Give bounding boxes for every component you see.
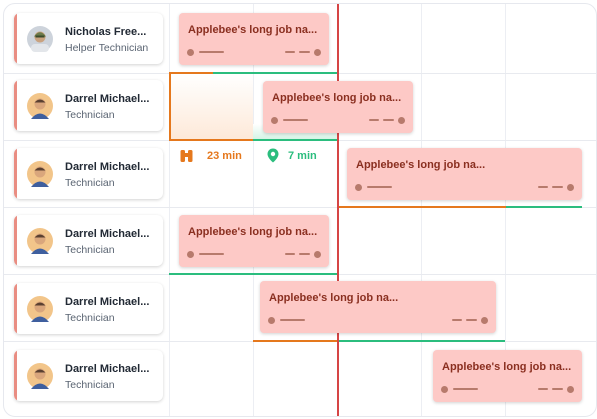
drive-bar — [337, 206, 506, 208]
card-accent — [14, 148, 17, 199]
arrive-bar — [337, 340, 505, 342]
technician-name: Darrel Michael... — [65, 93, 150, 105]
job-dash — [299, 51, 310, 53]
technician-avatar-icon — [27, 161, 53, 187]
technician-card[interactable]: Darrel Michael... Technician — [14, 215, 163, 266]
technician-avatar-icon — [27, 296, 53, 322]
card-accent — [14, 80, 17, 131]
job-dash — [538, 388, 548, 390]
binoculars-icon — [180, 150, 193, 162]
arrive-bar — [213, 72, 337, 74]
arrive-bar — [169, 273, 337, 275]
job-dash — [552, 388, 563, 390]
technician-card[interactable]: Darrel Michael... Technician — [14, 283, 163, 334]
job-dash — [285, 253, 295, 255]
job-title: Applebee's long job na... — [356, 159, 486, 171]
grid-column-line — [253, 4, 254, 416]
card-accent — [14, 13, 17, 64]
technician-card[interactable]: Darrel Michael... Technician — [14, 80, 163, 131]
job-title: Applebee's long job na... — [442, 361, 572, 373]
job-card[interactable]: Applebee's long job na... — [347, 148, 582, 200]
job-title: Applebee's long job na... — [269, 292, 399, 304]
job-end-dot — [567, 184, 574, 191]
technician-role: Technician — [65, 177, 115, 189]
job-end-dot — [398, 117, 405, 124]
grid-column-line — [169, 4, 170, 416]
job-progress-line — [280, 319, 305, 321]
job-title: Applebee's long job na... — [188, 226, 318, 238]
technician-avatar-icon — [27, 93, 53, 119]
job-dash — [383, 119, 394, 121]
card-accent — [14, 283, 17, 334]
arrival-time-text: 7 min — [288, 150, 317, 162]
job-progress-line — [453, 388, 478, 390]
technician-role: Helper Technician — [65, 42, 149, 54]
job-start-dot — [355, 184, 362, 191]
job-dash — [285, 51, 295, 53]
card-accent — [14, 350, 17, 401]
drive-zone-edge — [169, 74, 171, 140]
job-end-dot — [314, 251, 321, 258]
job-start-dot — [268, 317, 275, 324]
job-end-dot — [567, 386, 574, 393]
technician-role: Technician — [65, 312, 115, 324]
job-card[interactable]: Applebee's long job na... — [179, 13, 329, 65]
job-title: Applebee's long job na... — [272, 92, 402, 104]
current-time-line — [337, 4, 339, 416]
job-start-dot — [271, 117, 278, 124]
technician-role: Technician — [65, 379, 115, 391]
dispatch-board: 23 min 7 min Nicholas Free... Helper Tec… — [3, 3, 597, 417]
arrive-bar — [506, 206, 582, 208]
job-progress-line — [199, 253, 224, 255]
job-dash — [299, 253, 310, 255]
job-progress-line — [283, 119, 308, 121]
card-accent — [14, 215, 17, 266]
technician-name: Darrel Michael... — [65, 363, 150, 375]
technician-avatar-icon — [27, 363, 53, 389]
drive-bar — [169, 72, 213, 74]
job-card[interactable]: Applebee's long job na... — [179, 215, 329, 267]
job-progress-line — [199, 51, 224, 53]
technician-role: Technician — [65, 109, 115, 121]
technician-name: Darrel Michael... — [65, 296, 150, 308]
map-pin-icon — [267, 148, 279, 163]
drive-bar — [253, 340, 337, 342]
job-title: Applebee's long job na... — [188, 24, 318, 36]
job-progress-line — [367, 186, 392, 188]
job-end-dot — [314, 49, 321, 56]
technician-avatar-icon — [27, 26, 53, 52]
technician-role: Technician — [65, 244, 115, 256]
technician-name: Nicholas Free... — [65, 26, 147, 38]
job-dash — [452, 319, 462, 321]
job-dash — [552, 186, 563, 188]
technician-avatar-icon — [27, 228, 53, 254]
technician-card[interactable]: Nicholas Free... Helper Technician — [14, 13, 163, 64]
grid-column-line — [421, 4, 422, 416]
job-dash — [466, 319, 477, 321]
job-dash — [538, 186, 548, 188]
travel-drive-zone — [169, 74, 253, 140]
drive-bar — [169, 139, 253, 141]
drive-time-text: 23 min — [207, 150, 242, 162]
job-start-dot — [187, 251, 194, 258]
technician-card[interactable]: Darrel Michael... Technician — [14, 148, 163, 199]
technician-name: Darrel Michael... — [65, 161, 150, 173]
job-card[interactable]: Applebee's long job na... — [433, 350, 582, 402]
technician-name: Darrel Michael... — [65, 228, 150, 240]
arrive-bar — [253, 139, 337, 141]
job-card[interactable]: Applebee's long job na... — [260, 281, 496, 333]
job-start-dot — [441, 386, 448, 393]
job-end-dot — [481, 317, 488, 324]
technician-card[interactable]: Darrel Michael... Technician — [14, 350, 163, 401]
job-card[interactable]: Applebee's long job na... — [263, 81, 413, 133]
job-dash — [369, 119, 379, 121]
job-start-dot — [187, 49, 194, 56]
